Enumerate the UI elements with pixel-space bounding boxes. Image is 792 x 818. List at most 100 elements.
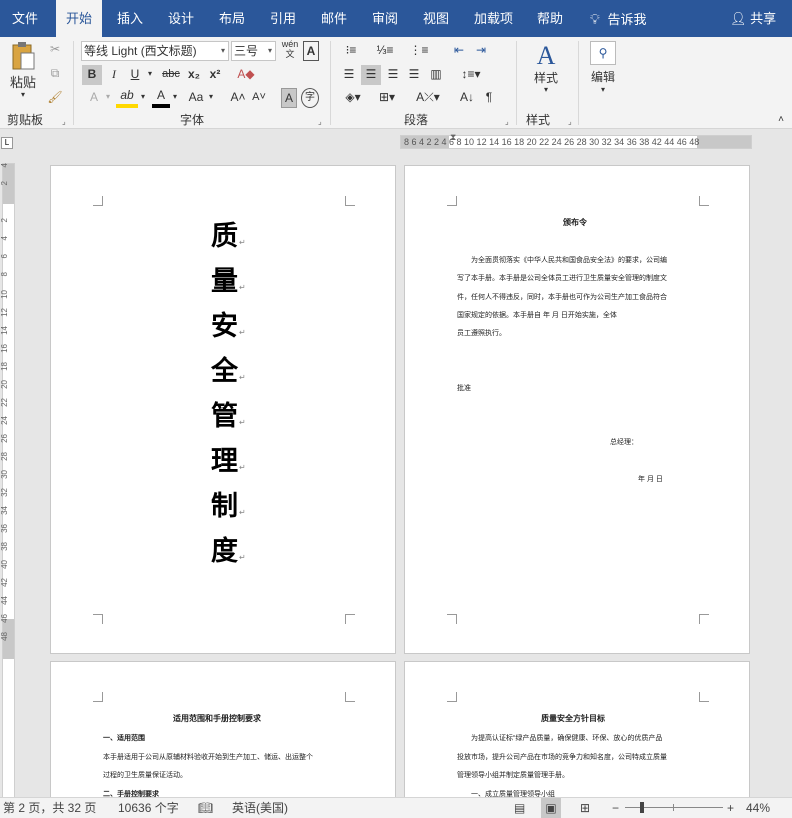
increase-indent-button[interactable]: ⇥ xyxy=(472,41,490,61)
chevron-down-icon[interactable]: ▾ xyxy=(171,88,179,108)
paragraph-launcher-icon[interactable]: ⌟ xyxy=(505,117,509,126)
page-count-status[interactable]: 第 2 页，共 32 页 xyxy=(3,798,96,818)
proofing-icon[interactable]: 📖︎ xyxy=(198,798,213,818)
chevron-down-icon[interactable]: ▾ xyxy=(104,88,112,108)
bullet-list-icon: ⁝≡ xyxy=(345,43,357,57)
tab-file[interactable]: 文件 xyxy=(2,0,48,37)
underline-button[interactable]: U xyxy=(126,65,144,85)
clipboard-launcher-icon[interactable]: ⌟ xyxy=(62,117,66,126)
sort-button[interactable]: A↓ xyxy=(458,88,476,108)
align-right-button[interactable]: ☰ xyxy=(384,65,402,85)
vertical-ruler-scale[interactable] xyxy=(2,163,15,803)
font-color-button[interactable]: A xyxy=(152,88,170,108)
page-policy[interactable]: 质量安全方针目标 为提高认证标“绿产品质量，确保健康、环保、放心的优质产品 投放… xyxy=(404,661,750,811)
line-spacing-button[interactable]: ↕≡▾ xyxy=(458,65,484,85)
tab-review[interactable]: 审阅 xyxy=(362,0,408,37)
align-left-button[interactable]: ☰ xyxy=(340,65,358,85)
char-border-button[interactable]: A xyxy=(303,41,319,61)
tab-references[interactable]: 引用 xyxy=(260,0,306,37)
borders-button[interactable]: ⊞▾ xyxy=(374,88,400,108)
chevron-down-icon[interactable]: ▾ xyxy=(139,88,147,108)
crop-mark xyxy=(93,196,103,206)
cut-button[interactable]: ✂ xyxy=(46,40,64,60)
print-layout-icon[interactable]: ▣ xyxy=(541,798,561,818)
page-cover[interactable]: 质 量 安 全 管 理 制 度 xyxy=(50,165,396,654)
shading-button[interactable]: ◈▾ xyxy=(340,88,366,108)
language-status[interactable]: 英语(美国) xyxy=(232,798,288,818)
word-count-status[interactable]: 10636 个字 xyxy=(118,798,179,818)
enclose-char-button[interactable]: 字 xyxy=(301,88,319,108)
chevron-down-icon: ▾ xyxy=(267,46,272,55)
web-layout-icon[interactable]: ⊞ xyxy=(580,798,590,818)
format-painter-button[interactable]: 🖌︎ xyxy=(46,88,64,108)
tab-help[interactable]: 帮助 xyxy=(527,0,573,37)
decree-line: 国家规定的依据。本手册自 年 月 日开始实施，全体 xyxy=(457,312,617,319)
editing-button[interactable]: ⚲ 编辑 ▾ xyxy=(586,41,620,103)
tab-view[interactable]: 视图 xyxy=(413,0,459,37)
strikethrough-button[interactable]: abc xyxy=(160,65,182,85)
chinese-layout-button[interactable]: A⤫▾ xyxy=(415,88,441,108)
tell-me-button[interactable]: 💡︎ 告诉我 xyxy=(580,0,656,37)
styles-launcher-icon[interactable]: ⌟ xyxy=(568,117,572,126)
font-launcher-icon[interactable]: ⌟ xyxy=(318,117,322,126)
italic-button[interactable]: I xyxy=(105,65,123,85)
crop-mark xyxy=(699,692,709,702)
share-button[interactable]: 👤︎ 共享 xyxy=(720,0,786,37)
phonetic-guide-button[interactable]: wén 文 xyxy=(280,39,300,59)
justify-button[interactable]: ☰ xyxy=(405,65,423,85)
clear-formatting-button[interactable]: A◆ xyxy=(236,65,256,85)
decrease-indent-button[interactable]: ⇤ xyxy=(450,41,468,61)
change-case-button[interactable]: Aa xyxy=(185,88,207,108)
crop-mark xyxy=(345,614,355,624)
zoom-out-button[interactable]: − xyxy=(612,798,619,818)
subscript-button[interactable]: x₂ xyxy=(185,65,203,85)
read-mode-icon[interactable]: ▤ xyxy=(514,798,525,818)
show-marks-button[interactable]: ¶ xyxy=(480,88,498,108)
bullets-button[interactable]: ⁝≡ xyxy=(340,41,362,61)
zoom-in-button[interactable]: + xyxy=(727,798,734,818)
font-group-label: 字体 xyxy=(180,113,205,127)
multilevel-list-button[interactable]: ⋮≡ xyxy=(408,41,430,61)
enclose-char-icon: 字 xyxy=(305,92,315,103)
distributed-button[interactable]: ▥ xyxy=(427,65,445,85)
crop-mark xyxy=(93,692,103,702)
zoom-slider-thumb[interactable] xyxy=(640,802,644,813)
superscript-button[interactable]: x² xyxy=(206,65,224,85)
copy-button[interactable]: ⧉ xyxy=(46,64,64,84)
char-border-icon: A xyxy=(306,44,316,58)
bold-button[interactable]: B xyxy=(82,65,102,85)
font-name-select[interactable]: 等线 Light (西文标题) ▾ xyxy=(81,41,229,61)
chevron-down-icon[interactable]: ▾ xyxy=(207,88,215,108)
vertical-ruler: 4 2 2 4 6 8 10 12 14 16 18 20 22 24 26 2… xyxy=(0,153,17,803)
align-right-icon: ☰ xyxy=(387,67,399,81)
tab-mailings[interactable]: 邮件 xyxy=(311,0,357,37)
paste-button[interactable]: 粘贴 ▾ xyxy=(8,41,38,99)
clipboard-group-label: 剪贴板 xyxy=(7,113,44,127)
char-shading-button[interactable]: A xyxy=(281,88,297,108)
tab-design[interactable]: 设计 xyxy=(158,0,204,37)
scope-title: 适用范围和手册控制要求 xyxy=(173,714,261,723)
tab-insert[interactable]: 插入 xyxy=(107,0,153,37)
numbering-button[interactable]: ⅓≡ xyxy=(374,41,396,61)
tab-addins[interactable]: 加载项 xyxy=(464,0,523,37)
chevron-down-icon: ▾ xyxy=(543,85,548,94)
text-effects-button[interactable]: A xyxy=(84,88,104,108)
tab-layout[interactable]: 布局 xyxy=(209,0,255,37)
chevron-down-icon[interactable]: ▾ xyxy=(146,65,154,85)
align-center-button[interactable]: ☰ xyxy=(361,65,381,85)
shrink-font-button[interactable]: A˅ xyxy=(250,88,268,108)
highlight-button[interactable]: ab xyxy=(116,88,138,108)
policy-line: 投放市场，提升公司产品在市场的竞争力和知名度，公司特成立质量 xyxy=(457,754,667,761)
page-scope[interactable]: 适用范围和手册控制要求 一、适用范围 本手册适用于公司从原辅材料验收开始到生产加… xyxy=(50,661,396,811)
font-size-select[interactable]: 三号 ▾ xyxy=(231,41,276,61)
styles-icon: A xyxy=(536,41,556,70)
tab-home[interactable]: 开始 xyxy=(56,0,103,37)
styles-button[interactable]: A 样式 ▾ xyxy=(528,41,564,103)
indent-marker-icon[interactable]: ⧗ xyxy=(450,132,456,143)
zoom-level[interactable]: 44% xyxy=(746,798,770,818)
line-spacing-icon: ↕≡▾ xyxy=(461,67,481,81)
page-decree[interactable]: 颁布令 为全面贯彻落实《中华人民共和国食品安全法》的要求，公司编 写了本手册。本… xyxy=(404,165,750,654)
grow-font-button[interactable]: A˄ xyxy=(229,88,247,108)
collapse-ribbon-button[interactable]: ˄ xyxy=(774,111,788,131)
tab-selector-button[interactable]: L xyxy=(1,137,13,149)
